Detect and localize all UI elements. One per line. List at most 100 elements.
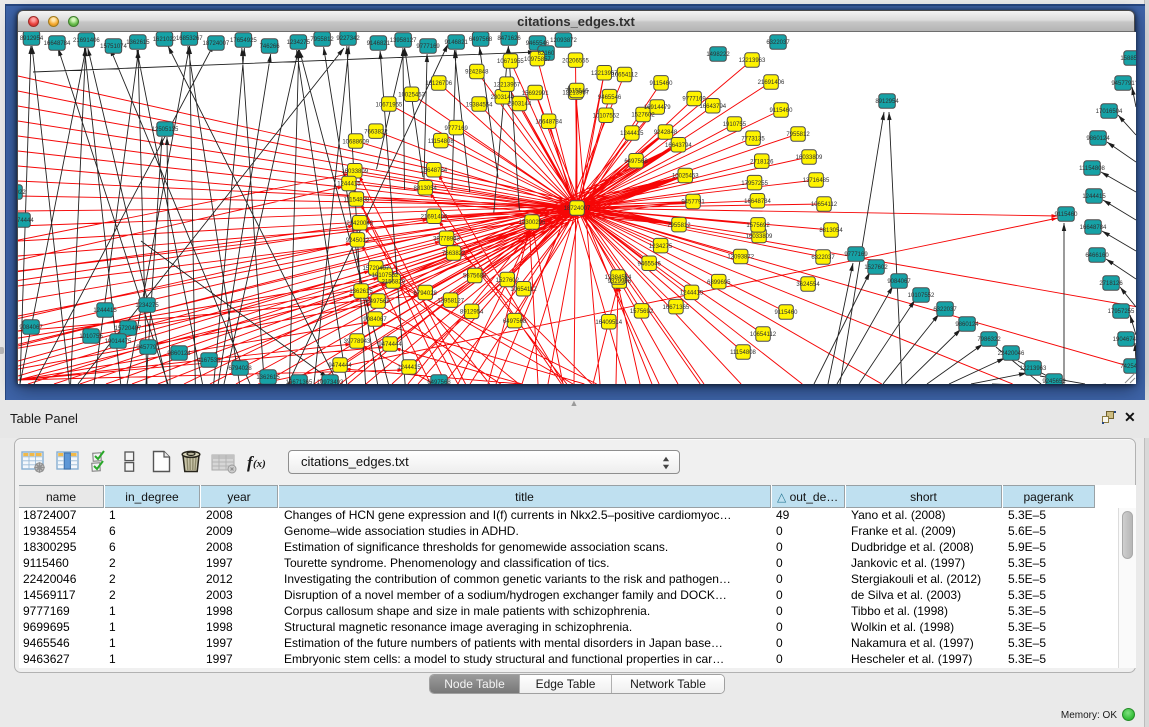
svg-text:21691406: 21691406 [73,38,100,44]
svg-text:7773135: 7773135 [741,136,765,142]
svg-text:10688609: 10688609 [342,139,369,145]
svg-text:6322037: 6322037 [766,40,790,46]
svg-text:9860124: 9860124 [1086,136,1110,142]
svg-text:1910755: 1910755 [723,122,747,128]
svg-text:11154808: 11154808 [343,197,369,203]
svg-text:22420046: 22420046 [998,351,1025,357]
svg-text:6497568: 6497568 [427,380,451,384]
svg-text:7663822: 7663822 [364,129,388,135]
svg-text:7986322: 7986322 [977,337,1001,343]
svg-text:16033809: 16033809 [746,234,773,240]
svg-text:10107552: 10107552 [908,293,935,299]
svg-text:7955812: 7955812 [310,37,334,43]
svg-text:16643794: 16643794 [699,104,726,110]
svg-text:10975857: 10975857 [524,57,551,63]
svg-text:6466160: 6466160 [1085,253,1109,259]
svg-text:9777169: 9777169 [682,97,706,103]
svg-text:10654112: 10654112 [510,287,537,293]
svg-text:1244415: 1244415 [93,308,117,314]
svg-text:9146821: 9146821 [367,41,391,47]
svg-text:21691406: 21691406 [421,215,448,221]
svg-text:13958127: 13958127 [390,38,417,44]
svg-text:12213963: 12213963 [1020,366,1047,372]
svg-text:1575692: 1575692 [746,223,770,229]
svg-text:13958127: 13958127 [437,298,464,304]
svg-text:17016504: 17016504 [1096,109,1123,115]
svg-text:15751074: 15751074 [100,44,127,50]
svg-text:9457791: 9457791 [136,345,160,351]
svg-text:2156829: 2156829 [382,279,406,285]
svg-text:17957255: 17957255 [1108,309,1135,315]
svg-text:9084067: 9084067 [19,325,43,331]
svg-text:7425402: 7425402 [1120,364,1136,370]
svg-text:1167535: 1167535 [198,358,222,364]
svg-text:6899695: 6899695 [707,280,731,286]
svg-text:1527602: 1527602 [631,113,655,119]
svg-text:1527602: 1527602 [496,278,520,284]
svg-text:9860124: 9860124 [955,322,979,328]
svg-text:10025453: 10025453 [672,174,699,180]
svg-text:9777169: 9777169 [844,252,868,258]
svg-text:16648784: 16648784 [535,120,562,126]
svg-text:16853267: 16853267 [176,36,203,42]
svg-text:1527602: 1527602 [864,265,888,271]
svg-text:9465546: 9465546 [598,95,622,101]
svg-text:9457791: 9457791 [1111,81,1135,87]
svg-text:8912954: 8912954 [20,36,44,42]
svg-text:16671365: 16671365 [663,305,690,311]
svg-text:10671955: 10671955 [376,102,403,108]
svg-text:13716485: 13716485 [803,178,830,184]
svg-text:9777169: 9777169 [445,126,469,132]
svg-text:9474444: 9474444 [18,218,34,224]
svg-text:16126706: 16126706 [425,81,452,87]
svg-text:6497568: 6497568 [366,299,390,305]
svg-text:10654112: 10654112 [811,202,838,208]
svg-text:20206555: 20206555 [562,58,589,64]
svg-text:16409514: 16409514 [595,320,622,326]
svg-text:12093872: 12093872 [550,38,577,44]
svg-text:9457791: 9457791 [681,200,705,206]
svg-text:15692991: 15692991 [522,91,549,97]
svg-text:9115460: 9115460 [770,108,794,114]
svg-text:9115460: 9115460 [1055,212,1079,218]
svg-text:19046746: 19046746 [1113,337,1136,343]
svg-text:10671955: 10671955 [497,59,524,65]
svg-text:18300295: 18300295 [519,220,546,226]
svg-text:15720407: 15720407 [115,326,142,332]
svg-text:18724007: 18724007 [203,41,230,47]
svg-text:10973493: 10973493 [317,380,344,384]
svg-text:1244415: 1244415 [1082,194,1106,200]
svg-text:9146821: 9146821 [445,40,469,46]
svg-text:12213963: 12213963 [739,58,766,64]
svg-text:19014475: 19014475 [105,339,132,345]
svg-text:9777169: 9777169 [416,44,440,50]
svg-text:6322037: 6322037 [811,255,835,261]
svg-text:17654925: 17654925 [230,38,257,44]
svg-text:8912954: 8912954 [460,310,484,316]
svg-text:1234275: 1234275 [649,244,673,250]
svg-text:10107552: 10107552 [593,113,620,119]
svg-text:9474444: 9474444 [378,342,402,348]
svg-text:1234275: 1234275 [287,40,311,46]
svg-text:15720407: 15720407 [362,266,389,272]
svg-text:9465546: 9465546 [526,41,550,47]
svg-text:12213967: 12213967 [591,71,618,77]
svg-text:2718126: 2718126 [1099,281,1123,287]
svg-text:7955812: 7955812 [786,132,810,138]
svg-text:2803144: 2803144 [508,102,532,108]
svg-text:3624554: 3624554 [796,282,820,288]
svg-text:16648784: 16648784 [44,41,71,47]
svg-text:16914479: 16914479 [644,105,671,111]
svg-text:1588520: 1588520 [1120,56,1136,62]
svg-text:1244415: 1244415 [337,182,361,188]
svg-text:16648784: 16648784 [420,168,447,174]
svg-text:22420046: 22420046 [346,221,373,227]
svg-text:2718126: 2718126 [750,159,774,165]
svg-text:6497568: 6497568 [624,159,648,165]
svg-text:21691406: 21691406 [758,80,785,86]
svg-text:7955812: 7955812 [667,223,691,229]
svg-text:(x): (x) [253,458,266,470]
svg-text:9115460: 9115460 [650,81,674,87]
svg-text:16643794: 16643794 [665,143,692,149]
svg-text:2803144: 2803144 [491,95,515,101]
